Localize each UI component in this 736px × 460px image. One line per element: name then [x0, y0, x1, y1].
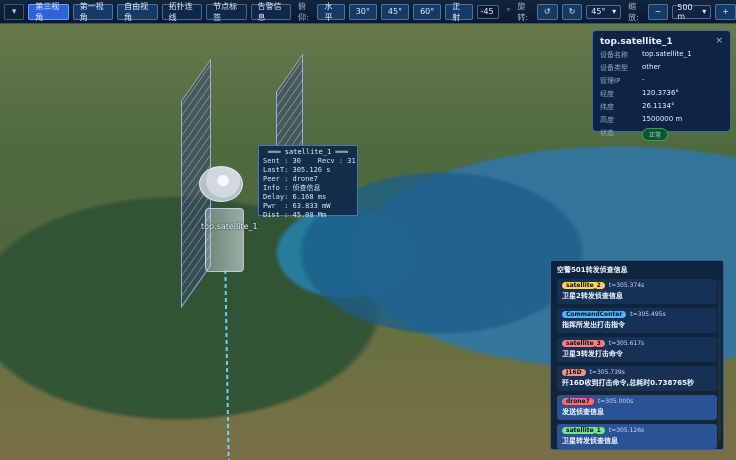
log-item[interactable]: drone7 t=305.000s 发送侦查信息 — [557, 395, 717, 420]
device-field-value: other — [642, 63, 661, 71]
device-field-key: 经度 — [600, 90, 614, 98]
status-badge: 正常 — [642, 128, 669, 141]
zoom-label: 缩放: — [628, 1, 639, 22]
rotate-right-icon: ↻ — [568, 7, 576, 16]
toolbar: ▾ 第三视角 第一视角 自由视角 拓扑连线 节点标签 告警信息 俯仰: 水平 3… — [0, 0, 736, 24]
view-dropdown[interactable]: ▾ — [4, 3, 25, 20]
log-item[interactable]: satellite_1 t=305.126s 卫星转发侦查信息 — [557, 424, 717, 449]
log-item[interactable]: CommandCenter t=305.495s 指挥所发出打击指令 — [557, 308, 717, 333]
device-field-value: 26.1134° — [642, 102, 675, 110]
terminal-line: LastT: 305.126 s — [263, 166, 331, 174]
pitch-input[interactable]: -45 — [476, 4, 500, 19]
device-field-value: 120.3736° — [642, 89, 679, 97]
device-field: 纬度 26.1134° — [600, 102, 723, 112]
log-time: t=305.374s — [608, 282, 645, 289]
terminal-line: Peer : drone7 — [263, 175, 318, 183]
log-item[interactable]: satellite_2 t=305.374s 卫星2转发侦查信息 — [557, 279, 717, 304]
status-value: 正常 — [642, 128, 669, 141]
topology-button[interactable]: 拓扑连线 — [161, 2, 203, 22]
zoom-in-button[interactable]: + — [715, 3, 736, 20]
log-item[interactable]: J16D t=305.739s 歼16D收到打击命令,总耗时0.738765秒 — [557, 366, 717, 391]
log-time: t=305.739s — [589, 369, 625, 376]
log-tag: satellite_2 — [562, 282, 605, 289]
alert-info-button[interactable]: 告警信息 — [250, 2, 292, 22]
node-label-button[interactable]: 节点标签 — [206, 2, 247, 22]
device-field-value: - — [642, 76, 645, 84]
log-tag: satellite_3 — [562, 340, 605, 347]
event-log-panel[interactable]: 空警501转发侦查信息 satellite_2 t=305.374s 卫星2转发… — [550, 260, 724, 450]
device-field-value: 1500000 m — [642, 115, 683, 123]
device-field-key: 设备类型 — [600, 64, 628, 72]
log-message: 歼16D收到打击命令,总耗时0.738765秒 — [562, 379, 694, 387]
terminal-line: Info : 侦查信息 — [263, 184, 321, 192]
view-free-button[interactable]: 自由视角 — [117, 2, 158, 22]
device-field-key: 设备名称 — [600, 51, 628, 59]
log-tag: J16D — [562, 369, 586, 376]
log-message: 发送侦查信息 — [562, 408, 604, 416]
pitch-30-button[interactable]: 30° — [348, 3, 377, 20]
device-field-key: 状态 — [600, 129, 614, 137]
rotate-angle-select[interactable]: 45° ▾ — [586, 4, 622, 19]
satellite-dish — [199, 166, 243, 202]
device-field: 经度 120.3736° — [600, 89, 723, 99]
view-first-person-button[interactable]: 第一视角 — [72, 2, 114, 22]
zoom-out-button[interactable]: − — [647, 3, 669, 20]
rotate-label: 旋转: — [517, 1, 529, 22]
log-time: t=305.126s — [608, 427, 645, 434]
log-message: 卫星转发侦查信息 — [562, 437, 618, 445]
log-tag: satellite_1 — [562, 427, 605, 434]
log-message: 指挥所发出打击指令 — [562, 321, 625, 329]
device-field-value: top.satellite_1 — [642, 50, 692, 58]
zoom-level-value: 500 m — [677, 2, 693, 21]
satellite-body[interactable] — [205, 208, 244, 272]
pitch-45-button[interactable]: 45° — [380, 3, 410, 20]
chevron-down-icon: ▾ — [612, 7, 617, 16]
device-info-title: top.satellite_1 — [600, 37, 673, 47]
log-message: 卫星2转发侦查信息 — [562, 292, 623, 300]
device-field-key: 高度 — [600, 116, 614, 124]
device-field-key: 纬度 — [600, 103, 614, 111]
terminal-line: Delay: 6.168 ms — [263, 193, 327, 201]
terminal-line: Sent : 30 Recv : 31 — [263, 157, 356, 165]
log-message: 空警501转发侦查信息 — [557, 266, 628, 274]
rotate-left-icon: ↺ — [543, 7, 551, 16]
terminal-line: Pwr : 63.833 mW — [263, 202, 331, 210]
log-message: 卫星3转发打击命令 — [562, 350, 623, 358]
log-time: t=305.495s — [630, 311, 666, 318]
chevron-down-icon: ▾ — [11, 6, 17, 17]
device-field: 管理IP - — [600, 76, 723, 86]
view-third-person-button[interactable]: 第三视角 — [28, 2, 69, 22]
chevron-down-icon: ▾ — [702, 7, 707, 16]
rotate-left-button[interactable]: ↺ — [536, 3, 558, 20]
device-field: 高度 1500000 m — [600, 115, 723, 125]
pitch-60-button[interactable]: 60° — [413, 3, 442, 20]
log-tag: drone7 — [562, 398, 594, 405]
log-item[interactable]: satellite_3 t=305.617s 卫星3转发打击命令 — [557, 337, 717, 362]
terminal-line: Dist : 45.08 Mm — [263, 211, 327, 219]
zoom-level-select[interactable]: 500 m ▾ — [672, 2, 712, 21]
rotate-right-button[interactable]: ↻ — [561, 3, 583, 20]
pitch-unit: ° — [506, 7, 511, 16]
pitch-label: 俯仰: — [298, 1, 309, 22]
terminal-title: ═══ satellite_1 ═══ — [267, 148, 349, 156]
log-time: t=305.617s — [608, 340, 645, 347]
device-field: 设备类型 other — [600, 63, 723, 73]
device-info-card: top.satellite_1 × 设备名称 top.satellite_1 设… — [592, 30, 731, 141]
device-field: 设备名称 top.satellite_1 — [600, 50, 723, 60]
device-field-key: 管理IP — [600, 77, 621, 85]
log-tag: CommandCenter — [562, 311, 627, 318]
satellite-label: top.satellite_1 — [201, 222, 258, 231]
log-time: t=305.000s — [597, 398, 634, 405]
satellite-stats-terminal: ═══ satellite_1 ═══ Sent : 30 Recv : 31 … — [258, 145, 358, 219]
rotate-angle-value: 45° — [591, 7, 606, 16]
pitch-horizontal-button[interactable]: 水平 — [317, 2, 345, 22]
log-scrollbar[interactable] — [718, 281, 721, 441]
pitch-ortho-button[interactable]: 正射 — [445, 2, 473, 22]
close-icon[interactable]: × — [715, 36, 723, 46]
device-field: 状态 正常 — [600, 128, 723, 141]
